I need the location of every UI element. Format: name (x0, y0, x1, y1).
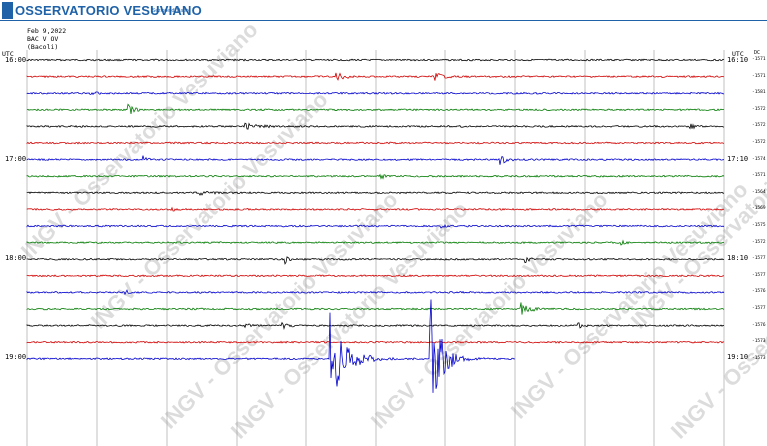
header-bar: OSSERVATORIO VESUVIANO Sezione di Napoli (0, 0, 767, 21)
dc-value: -1574 (752, 156, 766, 162)
dc-value: -1569 (752, 206, 766, 212)
header-divider (0, 20, 767, 21)
time-label-left: 16:00 (5, 56, 27, 64)
seismic-trace (26, 191, 724, 196)
date-label: Feb 9,2022 (27, 27, 67, 35)
dc-value: -1571 (752, 173, 766, 179)
seismic-trace (26, 122, 725, 130)
dc-value: -1572 (752, 140, 766, 145)
time-label-left: 18:00 (5, 254, 27, 262)
seismic-trace (26, 103, 724, 114)
dc-value: -1571 (752, 73, 766, 79)
time-label-right: 17:10 (727, 155, 749, 163)
time-label-left: 17:00 (5, 155, 27, 163)
watermark-text: INGV - Osservatorio Vesuviano (366, 187, 613, 434)
watermark-text: INGV - Osservatorio Vesuviano (626, 87, 767, 334)
dc-value: -1571 (752, 57, 766, 62)
time-label-right: 16:10 (727, 56, 749, 64)
seismic-trace (26, 58, 725, 62)
dc-value: -1572 (752, 123, 766, 129)
watermark-layer: INGV - Osservatorio VesuvianoINGV - Osse… (16, 17, 767, 444)
dc-label: DC (754, 50, 761, 56)
observatory-logo (2, 2, 13, 19)
dc-value: -1564 (752, 189, 766, 195)
time-label-right: 19:10 (727, 353, 749, 361)
seismic-traces (26, 58, 725, 393)
dc-value: -1576 (752, 322, 766, 328)
seismic-trace (26, 256, 725, 265)
dc-value: -1576 (752, 289, 766, 295)
seismic-trace (26, 340, 725, 344)
observatory-subtitle: Sezione di Napoli (152, 8, 191, 14)
time-label-left: 19:00 (5, 353, 27, 361)
dc-value: -1573 (752, 339, 766, 345)
dc-value: -1575 (752, 223, 766, 228)
time-label-right: 18:10 (727, 254, 749, 262)
location-label: (Bacoli) (27, 43, 59, 51)
dc-value: -1577 (752, 272, 766, 278)
dc-value: -1577 (752, 306, 766, 311)
station-label: BAC V OV (27, 35, 59, 43)
dc-value: -1572 (752, 239, 766, 245)
seismic-trace (26, 239, 725, 246)
seismic-trace (26, 173, 725, 180)
dc-value: -1581 (752, 90, 766, 96)
dc-value: -1573 (752, 355, 766, 361)
seismic-trace (26, 91, 725, 96)
dc-value: -1572 (752, 106, 766, 112)
seismic-trace (26, 72, 725, 81)
dc-value: -1577 (752, 256, 766, 262)
helicorder-plot: INGV - Osservatorio VesuvianoINGV - Osse… (16, 17, 767, 446)
